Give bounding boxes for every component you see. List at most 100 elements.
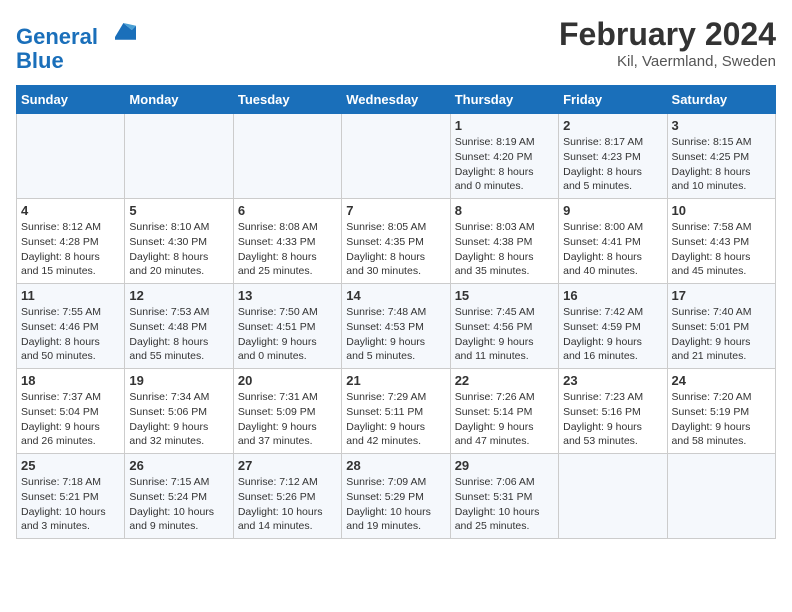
day-number: 20 <box>238 373 337 388</box>
logo-general: General <box>16 24 98 49</box>
day-number: 19 <box>129 373 228 388</box>
day-number: 25 <box>21 458 120 473</box>
day-number: 2 <box>563 118 662 133</box>
calendar-cell: 14 Sunrise: 7:48 AM Sunset: 4:53 PM Dayli… <box>342 284 450 369</box>
calendar-cell: 3 Sunrise: 8:15 AM Sunset: 4:25 PM Daylig… <box>667 114 775 199</box>
day-of-week-header: Thursday <box>450 86 558 114</box>
main-title: February 2024 <box>559 16 776 53</box>
calendar-cell: 9Sunrise: 8:00 AM Sunset: 4:41 PM Daylig… <box>559 199 667 284</box>
day-info: Sunrise: 7:31 AM Sunset: 5:09 PM Dayligh… <box>238 390 337 449</box>
day-info: Sunrise: 7:45 AM Sunset: 4:56 PM Dayligh… <box>455 305 554 364</box>
calendar-cell: 10 Sunrise: 7:58 AM Sunset: 4:43 PM Dayli… <box>667 199 775 284</box>
calendar-cell: 29Sunrise: 7:06 AM Sunset: 5:31 PM Dayli… <box>450 454 558 539</box>
calendar-week-row: 25 Sunrise: 7:18 AM Sunset: 5:21 PM Dayli… <box>17 454 776 539</box>
day-number: 1 <box>455 118 554 133</box>
subtitle: Kil, Vaermland, Sweden <box>559 53 776 70</box>
day-info: Sunrise: 8:17 AM Sunset: 4:23 PM Dayligh… <box>563 135 662 194</box>
day-number: 22 <box>455 373 554 388</box>
calendar-cell: 19 Sunrise: 7:34 AM Sunset: 5:06 PM Dayli… <box>125 369 233 454</box>
day-info: Sunrise: 7:09 AM Sunset: 5:29 PM Dayligh… <box>346 475 445 534</box>
calendar-cell: 24 Sunrise: 7:20 AM Sunset: 5:19 PM Dayli… <box>667 369 775 454</box>
day-number: 11 <box>21 288 120 303</box>
day-number: 16 <box>563 288 662 303</box>
calendar-cell: 16 Sunrise: 7:42 AM Sunset: 4:59 PM Dayli… <box>559 284 667 369</box>
logo-blue-text: Blue <box>16 48 64 73</box>
day-info: Sunrise: 8:00 AM Sunset: 4:41 PM Dayligh… <box>563 220 662 279</box>
day-info: Sunrise: 7:48 AM Sunset: 4:53 PM Dayligh… <box>346 305 445 364</box>
calendar-cell <box>233 114 341 199</box>
day-info: Sunrise: 8:15 AM Sunset: 4:25 PM Dayligh… <box>672 135 771 194</box>
calendar-cell: 21 Sunrise: 7:29 AM Sunset: 5:11 PM Dayli… <box>342 369 450 454</box>
day-info: Sunrise: 7:20 AM Sunset: 5:19 PM Dayligh… <box>672 390 771 449</box>
logo: General Blue <box>16 16 136 73</box>
day-of-week-header: Monday <box>125 86 233 114</box>
day-of-week-header: Sunday <box>17 86 125 114</box>
day-number: 14 <box>346 288 445 303</box>
calendar-cell: 28 Sunrise: 7:09 AM Sunset: 5:29 PM Dayli… <box>342 454 450 539</box>
calendar-cell: 15Sunrise: 7:45 AM Sunset: 4:56 PM Dayli… <box>450 284 558 369</box>
day-info: Sunrise: 7:55 AM Sunset: 4:46 PM Dayligh… <box>21 305 120 364</box>
day-number: 21 <box>346 373 445 388</box>
calendar-cell: 4 Sunrise: 8:12 AM Sunset: 4:28 PM Daylig… <box>17 199 125 284</box>
calendar-cell: 26 Sunrise: 7:15 AM Sunset: 5:24 PM Dayli… <box>125 454 233 539</box>
calendar-cell: 11 Sunrise: 7:55 AM Sunset: 4:46 PM Dayli… <box>17 284 125 369</box>
calendar-cell <box>17 114 125 199</box>
calendar-cell: 7Sunrise: 8:05 AM Sunset: 4:35 PM Daylig… <box>342 199 450 284</box>
day-info: Sunrise: 7:53 AM Sunset: 4:48 PM Dayligh… <box>129 305 228 364</box>
day-of-week-header: Wednesday <box>342 86 450 114</box>
calendar-week-row: 11 Sunrise: 7:55 AM Sunset: 4:46 PM Dayli… <box>17 284 776 369</box>
day-info: Sunrise: 7:15 AM Sunset: 5:24 PM Dayligh… <box>129 475 228 534</box>
day-info: Sunrise: 7:29 AM Sunset: 5:11 PM Dayligh… <box>346 390 445 449</box>
calendar-cell <box>559 454 667 539</box>
day-of-week-header: Saturday <box>667 86 775 114</box>
day-number: 18 <box>21 373 120 388</box>
day-number: 3 <box>672 118 771 133</box>
logo-text: General <box>16 16 136 49</box>
logo-icon <box>108 16 136 44</box>
calendar-header-row: SundayMondayTuesdayWednesdayThursdayFrid… <box>17 86 776 114</box>
calendar-cell: 5 Sunrise: 8:10 AM Sunset: 4:30 PM Daylig… <box>125 199 233 284</box>
day-number: 28 <box>346 458 445 473</box>
day-of-week-header: Friday <box>559 86 667 114</box>
calendar-body: 1 Sunrise: 8:19 AM Sunset: 4:20 PM Daylig… <box>17 114 776 539</box>
day-number: 10 <box>672 203 771 218</box>
calendar-cell: 17Sunrise: 7:40 AM Sunset: 5:01 PM Dayli… <box>667 284 775 369</box>
calendar-cell: 8Sunrise: 8:03 AM Sunset: 4:38 PM Daylig… <box>450 199 558 284</box>
day-info: Sunrise: 7:50 AM Sunset: 4:51 PM Dayligh… <box>238 305 337 364</box>
day-info: Sunrise: 8:08 AM Sunset: 4:33 PM Dayligh… <box>238 220 337 279</box>
day-of-week-header: Tuesday <box>233 86 341 114</box>
calendar-cell: 18Sunrise: 7:37 AM Sunset: 5:04 PM Dayli… <box>17 369 125 454</box>
day-info: Sunrise: 7:26 AM Sunset: 5:14 PM Dayligh… <box>455 390 554 449</box>
day-info: Sunrise: 7:23 AM Sunset: 5:16 PM Dayligh… <box>563 390 662 449</box>
calendar-cell <box>342 114 450 199</box>
day-number: 29 <box>455 458 554 473</box>
calendar-cell: 20 Sunrise: 7:31 AM Sunset: 5:09 PM Dayli… <box>233 369 341 454</box>
day-info: Sunrise: 8:10 AM Sunset: 4:30 PM Dayligh… <box>129 220 228 279</box>
day-info: Sunrise: 8:12 AM Sunset: 4:28 PM Dayligh… <box>21 220 120 279</box>
day-number: 26 <box>129 458 228 473</box>
calendar-week-row: 4 Sunrise: 8:12 AM Sunset: 4:28 PM Daylig… <box>17 199 776 284</box>
calendar-week-row: 1 Sunrise: 8:19 AM Sunset: 4:20 PM Daylig… <box>17 114 776 199</box>
calendar-cell: 1 Sunrise: 8:19 AM Sunset: 4:20 PM Daylig… <box>450 114 558 199</box>
title-block: February 2024 Kil, Vaermland, Sweden <box>559 16 776 70</box>
calendar-cell: 25 Sunrise: 7:18 AM Sunset: 5:21 PM Dayli… <box>17 454 125 539</box>
calendar-week-row: 18Sunrise: 7:37 AM Sunset: 5:04 PM Dayli… <box>17 369 776 454</box>
day-info: Sunrise: 7:58 AM Sunset: 4:43 PM Dayligh… <box>672 220 771 279</box>
day-info: Sunrise: 7:42 AM Sunset: 4:59 PM Dayligh… <box>563 305 662 364</box>
calendar-cell: 12Sunrise: 7:53 AM Sunset: 4:48 PM Dayli… <box>125 284 233 369</box>
day-info: Sunrise: 7:18 AM Sunset: 5:21 PM Dayligh… <box>21 475 120 534</box>
calendar-table: SundayMondayTuesdayWednesdayThursdayFrid… <box>16 85 776 539</box>
page-header: General Blue February 2024 Kil, Vaermlan… <box>16 16 776 73</box>
calendar-cell: 6Sunrise: 8:08 AM Sunset: 4:33 PM Daylig… <box>233 199 341 284</box>
day-number: 5 <box>129 203 228 218</box>
calendar-cell: 23Sunrise: 7:23 AM Sunset: 5:16 PM Dayli… <box>559 369 667 454</box>
logo-blue: Blue <box>16 49 136 73</box>
day-number: 24 <box>672 373 771 388</box>
day-info: Sunrise: 7:12 AM Sunset: 5:26 PM Dayligh… <box>238 475 337 534</box>
day-info: Sunrise: 7:34 AM Sunset: 5:06 PM Dayligh… <box>129 390 228 449</box>
calendar-cell: 22 Sunrise: 7:26 AM Sunset: 5:14 PM Dayli… <box>450 369 558 454</box>
day-info: Sunrise: 8:19 AM Sunset: 4:20 PM Dayligh… <box>455 135 554 194</box>
day-number: 4 <box>21 203 120 218</box>
day-number: 27 <box>238 458 337 473</box>
calendar-cell <box>125 114 233 199</box>
